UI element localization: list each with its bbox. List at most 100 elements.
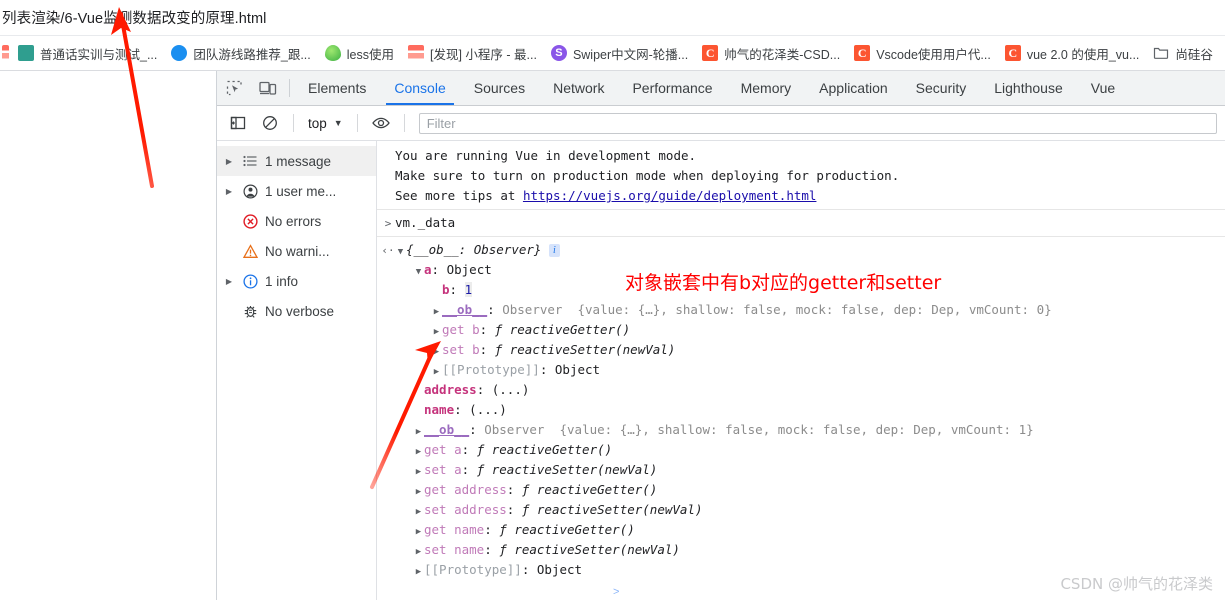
collapse-triangle-icon[interactable]: ▼	[413, 262, 424, 282]
tab-lighthouse[interactable]: Lighthouse	[980, 71, 1077, 105]
object-row-get-b[interactable]: ▶ get b: ƒ reactiveGetter()	[377, 320, 1225, 340]
object-row-set-name[interactable]: ▶ set name: ƒ reactiveSetter(newVal)	[377, 540, 1225, 560]
object-row-get-name[interactable]: ▶ get name: ƒ reactiveGetter()	[377, 520, 1225, 540]
result-root-label: {__ob__: Observer}	[406, 242, 542, 257]
bookmark-item-4[interactable]: S Swiper中文网-轮播...	[544, 41, 695, 66]
object-row-prototype-inner[interactable]: ▶ [[Prototype]]: Object	[377, 360, 1225, 380]
sidebar-item-warnings[interactable]: ▶ No warni...	[217, 236, 376, 266]
bookmark-item-2[interactable]: less使用	[318, 41, 401, 66]
object-row-name[interactable]: name: (...)	[377, 400, 1225, 420]
sidebar-item-errors[interactable]: ▶ No errors	[217, 206, 376, 236]
property-value: ƒ reactiveGetter()	[499, 522, 635, 537]
deployment-docs-link[interactable]: https://vuejs.org/guide/deployment.html	[523, 188, 817, 203]
property-value[interactable]: (...)	[469, 402, 507, 417]
property-key: name	[424, 402, 455, 417]
info-badge-icon[interactable]: i	[549, 244, 560, 257]
sidebar-item-messages[interactable]: ▶ 1 message	[217, 146, 376, 176]
collapse-triangle-icon[interactable]: ▼	[395, 242, 406, 262]
bookmark-label: 团队游线路推荐_跟...	[193, 47, 311, 62]
expand-triangle-icon[interactable]: ▶	[413, 462, 424, 482]
tab-vue[interactable]: Vue	[1077, 71, 1129, 105]
tab-console[interactable]: Console	[380, 71, 459, 105]
console-result-root[interactable]: ‹· ▼ {__ob__: Observer} i	[377, 240, 1225, 260]
property-key: b	[442, 282, 450, 297]
object-row-ob-outer[interactable]: ▶ __ob__: Observer {value: {…}, shallow: …	[377, 420, 1225, 440]
device-toolbar-icon[interactable]	[251, 71, 285, 105]
live-expression-icon[interactable]	[366, 110, 396, 136]
property-value: ƒ reactiveGetter()	[521, 482, 658, 497]
bookmarks-bar[interactable]: 普通话实训与测试_... 团队游线路推荐_跟... less使用 [发现] 小程…	[0, 36, 1225, 71]
object-row-address[interactable]: address: (...)	[377, 380, 1225, 400]
clear-console-icon[interactable]	[255, 110, 285, 136]
vue-warning-line-1: You are running Vue in development mode.	[377, 146, 1225, 166]
devtools-tabbar[interactable]: Elements Console Sources Network Perform…	[217, 71, 1225, 106]
property-value: ƒ reactiveGetter()	[494, 322, 631, 337]
red-stripes-icon	[407, 45, 424, 61]
expand-triangle-icon[interactable]: ▶	[223, 187, 235, 196]
property-separator: :	[461, 442, 477, 457]
expand-triangle-icon[interactable]: ▶	[223, 157, 235, 166]
bookmark-item-5[interactable]: C 帅气的花泽类-CSD...	[695, 41, 847, 66]
expand-triangle-icon[interactable]: ▶	[413, 482, 424, 502]
tab-elements[interactable]: Elements	[294, 71, 380, 105]
tab-application[interactable]: Application	[805, 71, 902, 105]
object-row-set-a[interactable]: ▶ set a: ƒ reactiveSetter(newVal)	[377, 460, 1225, 480]
bookmark-item-6[interactable]: C Vscode使用用户代...	[847, 41, 998, 66]
sidebar-item-label: No warni...	[265, 243, 330, 259]
property-value: Observer	[502, 302, 563, 317]
expand-triangle-icon[interactable]: ▶	[413, 522, 424, 542]
blue-circle-icon	[171, 45, 188, 61]
bookmark-item-0[interactable]: 普通话实训与测试_...	[11, 41, 164, 66]
console-sidebar[interactable]: ▶ 1 message ▶ 1 user me... No errors No …	[217, 141, 377, 600]
expand-triangle-icon[interactable]: ▶	[413, 502, 424, 522]
execution-context-selector[interactable]: top ▼	[302, 116, 349, 131]
show-console-sidebar-icon[interactable]	[223, 110, 253, 136]
input-prompt-icon: >	[384, 217, 392, 230]
bug-icon	[241, 304, 259, 319]
object-row-set-b[interactable]: ▶ set b: ƒ reactiveSetter(newVal)	[377, 340, 1225, 360]
bookmark-label: less使用	[346, 47, 394, 62]
sidebar-item-user-messages[interactable]: ▶ 1 user me...	[217, 176, 376, 206]
sidebar-item-verbose[interactable]: ▶ No verbose	[217, 296, 376, 326]
tab-performance[interactable]: Performance	[618, 71, 726, 105]
tab-network[interactable]: Network	[539, 71, 618, 105]
expand-triangle-icon[interactable]: ▶	[431, 342, 442, 362]
tab-security[interactable]: Security	[902, 71, 981, 105]
tab-memory[interactable]: Memory	[727, 71, 806, 105]
browser-address-bar[interactable]: 列表渲染/6-Vue监测数据改变的原理.html	[0, 0, 1225, 36]
bookmark-label: Swiper中文网-轮播...	[572, 47, 689, 62]
property-key: __ob__	[424, 422, 470, 437]
bookmark-folder-8[interactable]: 尚硅谷	[1146, 41, 1220, 66]
expand-triangle-icon[interactable]: ▶	[431, 322, 442, 342]
address-text: 列表渲染/6-Vue监测数据改变的原理.html	[2, 11, 267, 27]
inspect-element-icon[interactable]	[217, 71, 251, 105]
expand-triangle-icon[interactable]: ▶	[413, 422, 424, 442]
console-input-line[interactable]: > vm._data	[377, 213, 1225, 233]
expand-triangle-icon[interactable]: ▶	[223, 277, 235, 286]
filter-input[interactable]: Filter	[418, 112, 1217, 134]
expand-triangle-icon[interactable]: ▶	[413, 442, 424, 462]
property-separator: :	[469, 422, 485, 437]
object-row-set-address[interactable]: ▶ set address: ƒ reactiveSetter(newVal)	[377, 500, 1225, 520]
object-row-get-address[interactable]: ▶ get address: ƒ reactiveGetter()	[377, 480, 1225, 500]
property-value[interactable]: (...)	[492, 382, 530, 397]
object-row-get-a[interactable]: ▶ get a: ƒ reactiveGetter()	[377, 440, 1225, 460]
object-row-ob-inner[interactable]: ▶ __ob__: Observer {value: {…}, shallow: …	[377, 300, 1225, 320]
expand-triangle-icon[interactable]: ▶	[413, 542, 424, 562]
bookmark-item-3[interactable]: [发现] 小程序 - 最...	[401, 41, 544, 66]
console-prompt-caret[interactable]: >	[613, 586, 619, 598]
expand-triangle-icon[interactable]: ▶	[431, 302, 442, 322]
bookmark-item-partial[interactable]	[0, 42, 11, 64]
console-toolbar[interactable]: top ▼ Filter	[217, 106, 1225, 141]
bookmark-item-7[interactable]: C vue 2.0 的使用_vu...	[998, 41, 1147, 66]
expand-triangle-icon[interactable]: ▶	[431, 362, 442, 382]
console-output[interactable]: You are running Vue in development mode.…	[377, 141, 1225, 600]
tab-sources[interactable]: Sources	[460, 71, 539, 105]
property-separator: :	[487, 302, 503, 317]
expand-triangle-icon[interactable]: ▶	[413, 562, 424, 582]
sidebar-item-info[interactable]: ▶ 1 info	[217, 266, 376, 296]
property-value: Object	[554, 362, 601, 377]
property-separator: :	[431, 262, 447, 277]
bookmark-item-1[interactable]: 团队游线路推荐_跟...	[164, 41, 317, 66]
warning-icon	[241, 243, 259, 259]
